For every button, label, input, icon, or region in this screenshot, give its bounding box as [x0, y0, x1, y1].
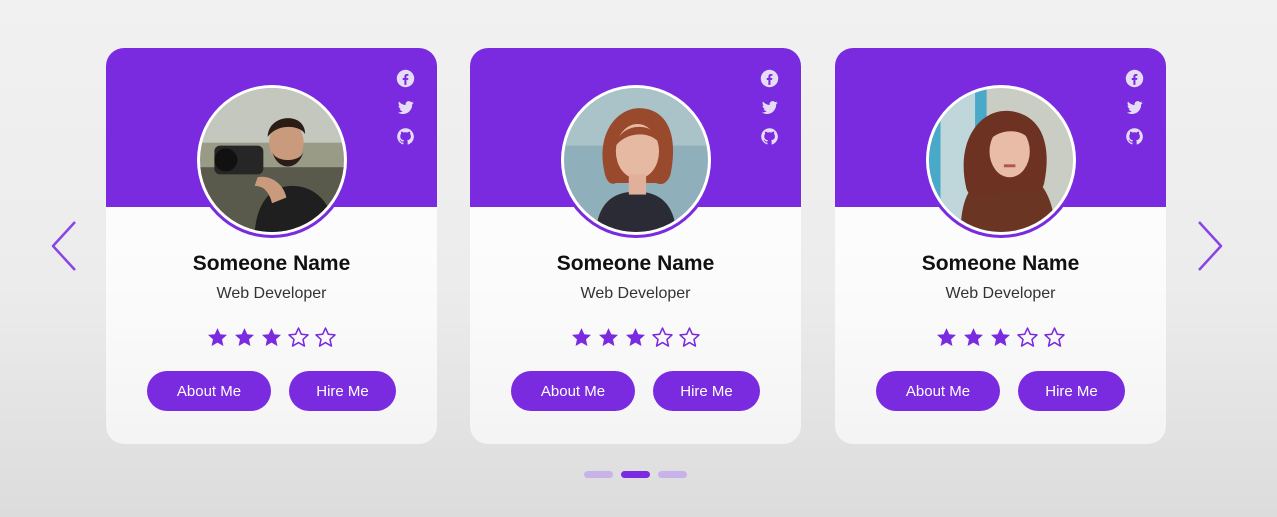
profile-name: Someone Name [921, 252, 1080, 275]
star-filled-icon [989, 326, 1012, 349]
github-icon[interactable] [760, 127, 779, 146]
carousel-next-button[interactable] [1190, 218, 1230, 274]
social-links [396, 69, 415, 146]
github-icon[interactable] [396, 127, 415, 146]
carousel-pagination [584, 471, 687, 478]
profile-role: Web Developer [945, 285, 1056, 302]
about-me-button[interactable]: About Me [511, 371, 635, 411]
avatar-photo [564, 88, 708, 232]
star-empty-icon [678, 326, 701, 349]
star-filled-icon [233, 326, 256, 349]
profile-role: Web Developer [216, 285, 327, 302]
star-filled-icon [206, 326, 229, 349]
star-filled-icon [962, 326, 985, 349]
avatar [561, 85, 711, 235]
avatar [197, 85, 347, 235]
twitter-icon[interactable] [396, 98, 415, 117]
hire-me-button[interactable]: Hire Me [289, 371, 396, 411]
rating-stars [106, 326, 437, 349]
social-links [760, 69, 779, 146]
hire-me-button[interactable]: Hire Me [653, 371, 760, 411]
carousel-prev-button[interactable] [44, 218, 84, 274]
star-empty-icon [1043, 326, 1066, 349]
pagination-dot[interactable] [621, 471, 650, 478]
about-me-button[interactable]: About Me [876, 371, 1000, 411]
avatar [926, 85, 1076, 235]
pagination-dot[interactable] [584, 471, 613, 478]
hire-me-button[interactable]: Hire Me [1018, 371, 1125, 411]
profile-name: Someone Name [556, 252, 715, 275]
twitter-icon[interactable] [760, 98, 779, 117]
star-filled-icon [570, 326, 593, 349]
profile-name: Someone Name [192, 252, 351, 275]
rating-stars [835, 326, 1166, 349]
star-filled-icon [935, 326, 958, 349]
about-me-button[interactable]: About Me [147, 371, 271, 411]
profile-role: Web Developer [580, 285, 691, 302]
github-icon[interactable] [1125, 127, 1144, 146]
star-empty-icon [1016, 326, 1039, 349]
star-filled-icon [624, 326, 647, 349]
twitter-icon[interactable] [1125, 98, 1144, 117]
facebook-icon[interactable] [396, 69, 415, 88]
rating-stars [470, 326, 801, 349]
star-filled-icon [597, 326, 620, 349]
star-empty-icon [651, 326, 674, 349]
facebook-icon[interactable] [1125, 69, 1144, 88]
facebook-icon[interactable] [760, 69, 779, 88]
chevron-left-icon [51, 221, 76, 271]
chevron-right-icon [1198, 221, 1223, 271]
pagination-dot[interactable] [658, 471, 687, 478]
profile-card: Someone Name Web Developer About Me Hire… [835, 48, 1166, 444]
profile-card: Someone Name Web Developer About Me Hire… [470, 48, 801, 444]
star-empty-icon [314, 326, 337, 349]
social-links [1125, 69, 1144, 146]
star-empty-icon [287, 326, 310, 349]
profile-card: Someone Name Web Developer About Me Hire… [106, 48, 437, 444]
avatar-photo [929, 88, 1073, 232]
avatar-photo [200, 88, 344, 232]
star-filled-icon [260, 326, 283, 349]
